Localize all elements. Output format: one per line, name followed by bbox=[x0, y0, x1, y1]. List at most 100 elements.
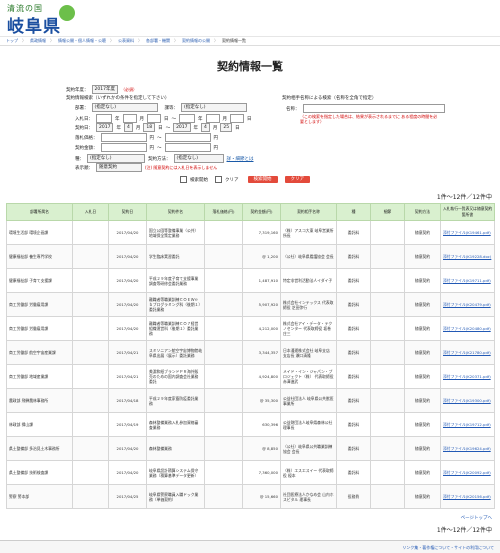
table-cell: 2017/04/20 bbox=[108, 436, 147, 461]
bid-price-from[interactable] bbox=[100, 133, 147, 142]
enter-day-to[interactable] bbox=[230, 114, 244, 123]
table-cell: 2017/04/20 bbox=[108, 244, 147, 269]
clear-checkbox-icon[interactable] bbox=[215, 176, 222, 183]
contract-month-to[interactable]: 4 bbox=[201, 123, 210, 132]
table-cell bbox=[72, 388, 109, 413]
clear-button[interactable]: クリア bbox=[284, 176, 310, 183]
partner-input[interactable] bbox=[302, 104, 445, 113]
contract-year-from[interactable]: 2017 bbox=[96, 123, 114, 132]
table-cell: 630,396 bbox=[242, 412, 281, 437]
attachment-link[interactable]: 添付ファイル(K19461.pdf) bbox=[443, 230, 491, 235]
search-checkbox-icon[interactable] bbox=[180, 176, 187, 183]
site-logo[interactable]: 清流の国 岐阜県 bbox=[7, 3, 79, 37]
table-cell: 森林整備業務入札参加資格審査業務 bbox=[146, 412, 205, 437]
attachment-link[interactable]: 添付ファイル(K20479.pdf) bbox=[443, 302, 491, 307]
table-cell: 3,344,357 bbox=[242, 340, 281, 365]
page-top-link[interactable]: ページトップへ bbox=[461, 515, 492, 521]
attachment-link[interactable]: 添付ファイル(K19711.pdf) bbox=[443, 278, 491, 283]
table-cell: 公益社団法人 岐阜県公共獣医事業所 bbox=[280, 388, 337, 413]
table-row: 商工労働部 労働雇用課 2017/04/20 離職者等職業訓練ＣＯＥＷｅｂプログラミ… bbox=[6, 292, 495, 317]
enter-month-from[interactable] bbox=[122, 114, 137, 123]
contract-amount-row: 契約金額： 円 〜 円 bbox=[75, 143, 218, 152]
table-cell: 添付ファイル(K20156.pdf) bbox=[440, 484, 495, 509]
type-select[interactable]: (指定なし) bbox=[87, 154, 145, 163]
table-cell: 環境生活部 環境企画課 bbox=[6, 220, 73, 245]
table-cell: 7,360,000 bbox=[242, 460, 281, 485]
table-cell bbox=[370, 244, 405, 269]
table-cell: 随意契約 bbox=[404, 268, 441, 293]
method-select[interactable]: (指定なし) bbox=[173, 154, 224, 163]
table-cell: 委託料 bbox=[336, 436, 371, 461]
table-cell bbox=[72, 460, 109, 485]
table-cell bbox=[204, 436, 243, 461]
breadcrumb-item[interactable]: 契約情報の公開 bbox=[182, 38, 210, 44]
type-row: 種： (指定なし) 契約方法： (指定なし) 詳・細節とは bbox=[75, 154, 254, 163]
attachment-link[interactable]: 添付ファイル(K19624.pdf) bbox=[443, 446, 491, 451]
sort-label: 表示順： bbox=[75, 165, 93, 171]
attachment-link[interactable]: 添付ファイル(K20480.pdf) bbox=[443, 326, 491, 331]
unit-year: 年 bbox=[198, 116, 203, 122]
table-cell: 1,487,910 bbox=[242, 268, 281, 293]
contract-amount-to[interactable] bbox=[164, 143, 211, 152]
unit-month: 月 bbox=[212, 125, 218, 131]
enter-year-from[interactable] bbox=[96, 114, 112, 123]
table-row: 商工労働部 航空宇宙産業課 2017/04/21 スミソニアン航空宇宙博物館岐阜県出… bbox=[6, 340, 495, 365]
attachment-link[interactable]: 添付ファイル(K19300.pdf) bbox=[443, 398, 491, 403]
table-cell bbox=[72, 268, 109, 293]
table-cell bbox=[204, 364, 243, 389]
table-cell: 2017/04/21 bbox=[108, 364, 147, 389]
breadcrumb-sep: 〉 bbox=[22, 38, 26, 43]
table-cell bbox=[204, 244, 243, 269]
sect-select[interactable]: (指定なし) bbox=[181, 103, 247, 112]
column-header: 種 bbox=[336, 203, 371, 221]
attachment-link[interactable]: 添付ファイル(K20092.pdf) bbox=[443, 470, 491, 475]
contract-month-from[interactable]: 4 bbox=[123, 123, 133, 132]
attachment-link[interactable]: 添付ファイル(K20156.pdf) bbox=[443, 494, 491, 499]
breadcrumb-item[interactable]: 各部署・機関 bbox=[146, 38, 170, 44]
contract-year-to[interactable]: 2017 bbox=[173, 123, 191, 132]
table-row: 県土整備部 技術検査課 2017/04/20 岐阜県設計積算システム保守業務（積算基… bbox=[6, 460, 495, 485]
contract-day-from[interactable]: 18 bbox=[143, 123, 156, 132]
table-row: 商工労働部 地域産業課 2017/04/21 美濃和紙ブランドＰＲ海外販売のための国… bbox=[6, 364, 495, 389]
enter-day-from[interactable] bbox=[147, 114, 161, 123]
table-cell: 添付ファイル(K21780.pdf) bbox=[440, 340, 495, 365]
contract-day-to[interactable]: 25 bbox=[220, 123, 233, 132]
table-cell: 添付ファイル(K19228.doc) bbox=[440, 244, 495, 269]
unit-yen: 円 bbox=[213, 145, 219, 151]
table-row: 健康福祉部 子育て支援課 2017/04/20 平成２９年度子育て支援事業調査等研修… bbox=[6, 268, 495, 293]
bid-price-to[interactable] bbox=[164, 133, 211, 142]
contract-amount-from[interactable] bbox=[100, 143, 147, 152]
table-cell bbox=[72, 484, 109, 509]
enter-date-row: 入札日： 年 月 日 〜 年 月 日 bbox=[75, 114, 252, 123]
table-cell: @ 35,300 bbox=[242, 388, 281, 413]
breadcrumb-item[interactable]: 公表資料 bbox=[118, 38, 134, 44]
table-row: 警察 警本部 2017/04/25 岐阜県警察職員入職ドック業務（単価契約） @ 15… bbox=[6, 484, 495, 509]
table-cell: 株式会社インテックス 代表取締役 芝田弥行 bbox=[280, 292, 337, 317]
table-cell bbox=[204, 268, 243, 293]
attachment-link[interactable]: 添付ファイル(K19228.doc) bbox=[443, 254, 491, 259]
dept-select[interactable]: (指定なし) bbox=[91, 103, 158, 112]
year-select[interactable]: 2017年度 bbox=[91, 85, 118, 94]
breadcrumb-item[interactable]: トップ bbox=[6, 38, 18, 44]
table-cell: 添付ファイル(K20092.pdf) bbox=[440, 460, 495, 485]
enter-year-to[interactable] bbox=[179, 114, 195, 123]
attachment-link[interactable]: 添付ファイル(K21780.pdf) bbox=[443, 350, 491, 355]
bid-price-row: 落札価格： 円 〜 円 bbox=[75, 133, 218, 142]
footer-links[interactable]: リンク集・著作権について・サイトの利用について bbox=[402, 545, 494, 551]
table-cell bbox=[204, 220, 243, 245]
table-cell bbox=[370, 340, 405, 365]
table-cell: 委託料 bbox=[336, 340, 371, 365]
table-cell: 学生臨床実習委託 bbox=[146, 244, 205, 269]
table-cell: 随意契約 bbox=[404, 292, 441, 317]
breadcrumb-item[interactable]: 情報公開・個人情報・公聴 bbox=[58, 38, 106, 44]
table-cell bbox=[204, 388, 243, 413]
table-cell bbox=[370, 412, 405, 437]
attachment-link[interactable]: 添付ファイル(K19712.pdf) bbox=[443, 422, 491, 427]
table-cell: 随意契約 bbox=[404, 364, 441, 389]
detail-link[interactable]: 詳・細節とは bbox=[227, 156, 254, 162]
breadcrumb-item[interactable]: 県政情報 bbox=[30, 38, 46, 44]
attachment-link[interactable]: 添付ファイル(K20371.pdf) bbox=[443, 374, 491, 379]
enter-month-to[interactable] bbox=[205, 114, 220, 123]
search-button[interactable]: 検索開始 bbox=[247, 176, 278, 183]
sort-select[interactable]: 随意契約 bbox=[96, 163, 142, 172]
